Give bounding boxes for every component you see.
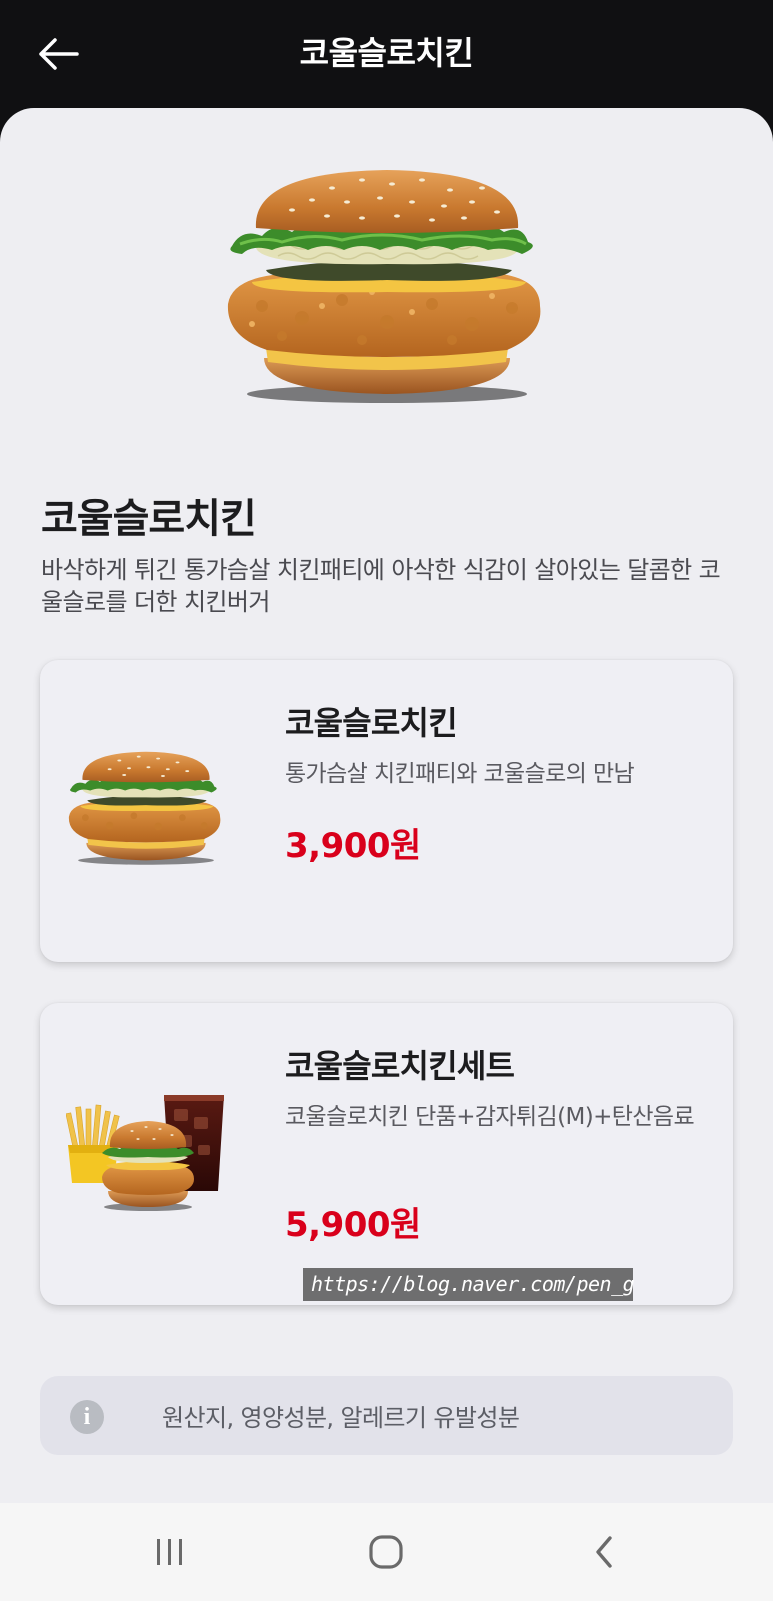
option-price: 5,900원	[285, 1205, 421, 1245]
burger-hero-image	[227, 170, 541, 403]
system-navigation-bar	[0, 1503, 773, 1601]
option-name: 코울슬로치킨세트	[285, 1047, 515, 1085]
page-title: 코울슬로치킨	[299, 34, 474, 72]
option-subtitle: 통가슴살 치킨패티와 코울슬로의 만남	[285, 761, 635, 787]
info-label: 원산지, 영양성분, 알레르기 유발성분	[162, 1404, 520, 1432]
system-back-button[interactable]	[574, 1527, 634, 1577]
recent-apps-icon	[157, 1539, 182, 1565]
nutrition-allergen-info-button[interactable]: i 원산지, 영양성분, 알레르기 유발성분	[40, 1376, 733, 1455]
home-button[interactable]	[356, 1527, 416, 1577]
option-card-single[interactable]: 코울슬로치킨 통가슴살 치킨패티와 코울슬로의 만남 3,900원	[40, 660, 733, 962]
product-detail-sheet: 코울슬로치킨 바삭하게 튀긴 통가슴살 치킨패티에 아삭한 식감이 살아있는 달…	[0, 108, 773, 1503]
blog-watermark: https://blog.naver.com/pen_g	[303, 1268, 635, 1301]
product-title: 코울슬로치킨	[41, 496, 257, 542]
burger-set-thumbnail-image	[66, 1095, 224, 1211]
recent-apps-button[interactable]	[140, 1527, 200, 1577]
burger-thumbnail-image	[68, 751, 221, 865]
option-name: 코울슬로치킨	[285, 704, 458, 742]
back-chevron-icon	[596, 1536, 612, 1568]
home-icon	[369, 1535, 403, 1569]
option-price: 3,900원	[285, 826, 421, 866]
info-icon: i	[70, 1400, 104, 1434]
option-card-set[interactable]: 코울슬로치킨세트 코울슬로치킨 단품+감자튀김(M)+탄산음료 5,900원	[40, 1003, 733, 1305]
product-description: 바삭하게 튀긴 통가슴살 치킨패티에 아삭한 식감이 살아있는 달콤한 코울슬로…	[41, 556, 721, 616]
top-app-bar: 코울슬로치킨	[0, 0, 773, 108]
option-subtitle: 코울슬로치킨 단품+감자튀김(M)+탄산음료	[285, 1104, 695, 1130]
